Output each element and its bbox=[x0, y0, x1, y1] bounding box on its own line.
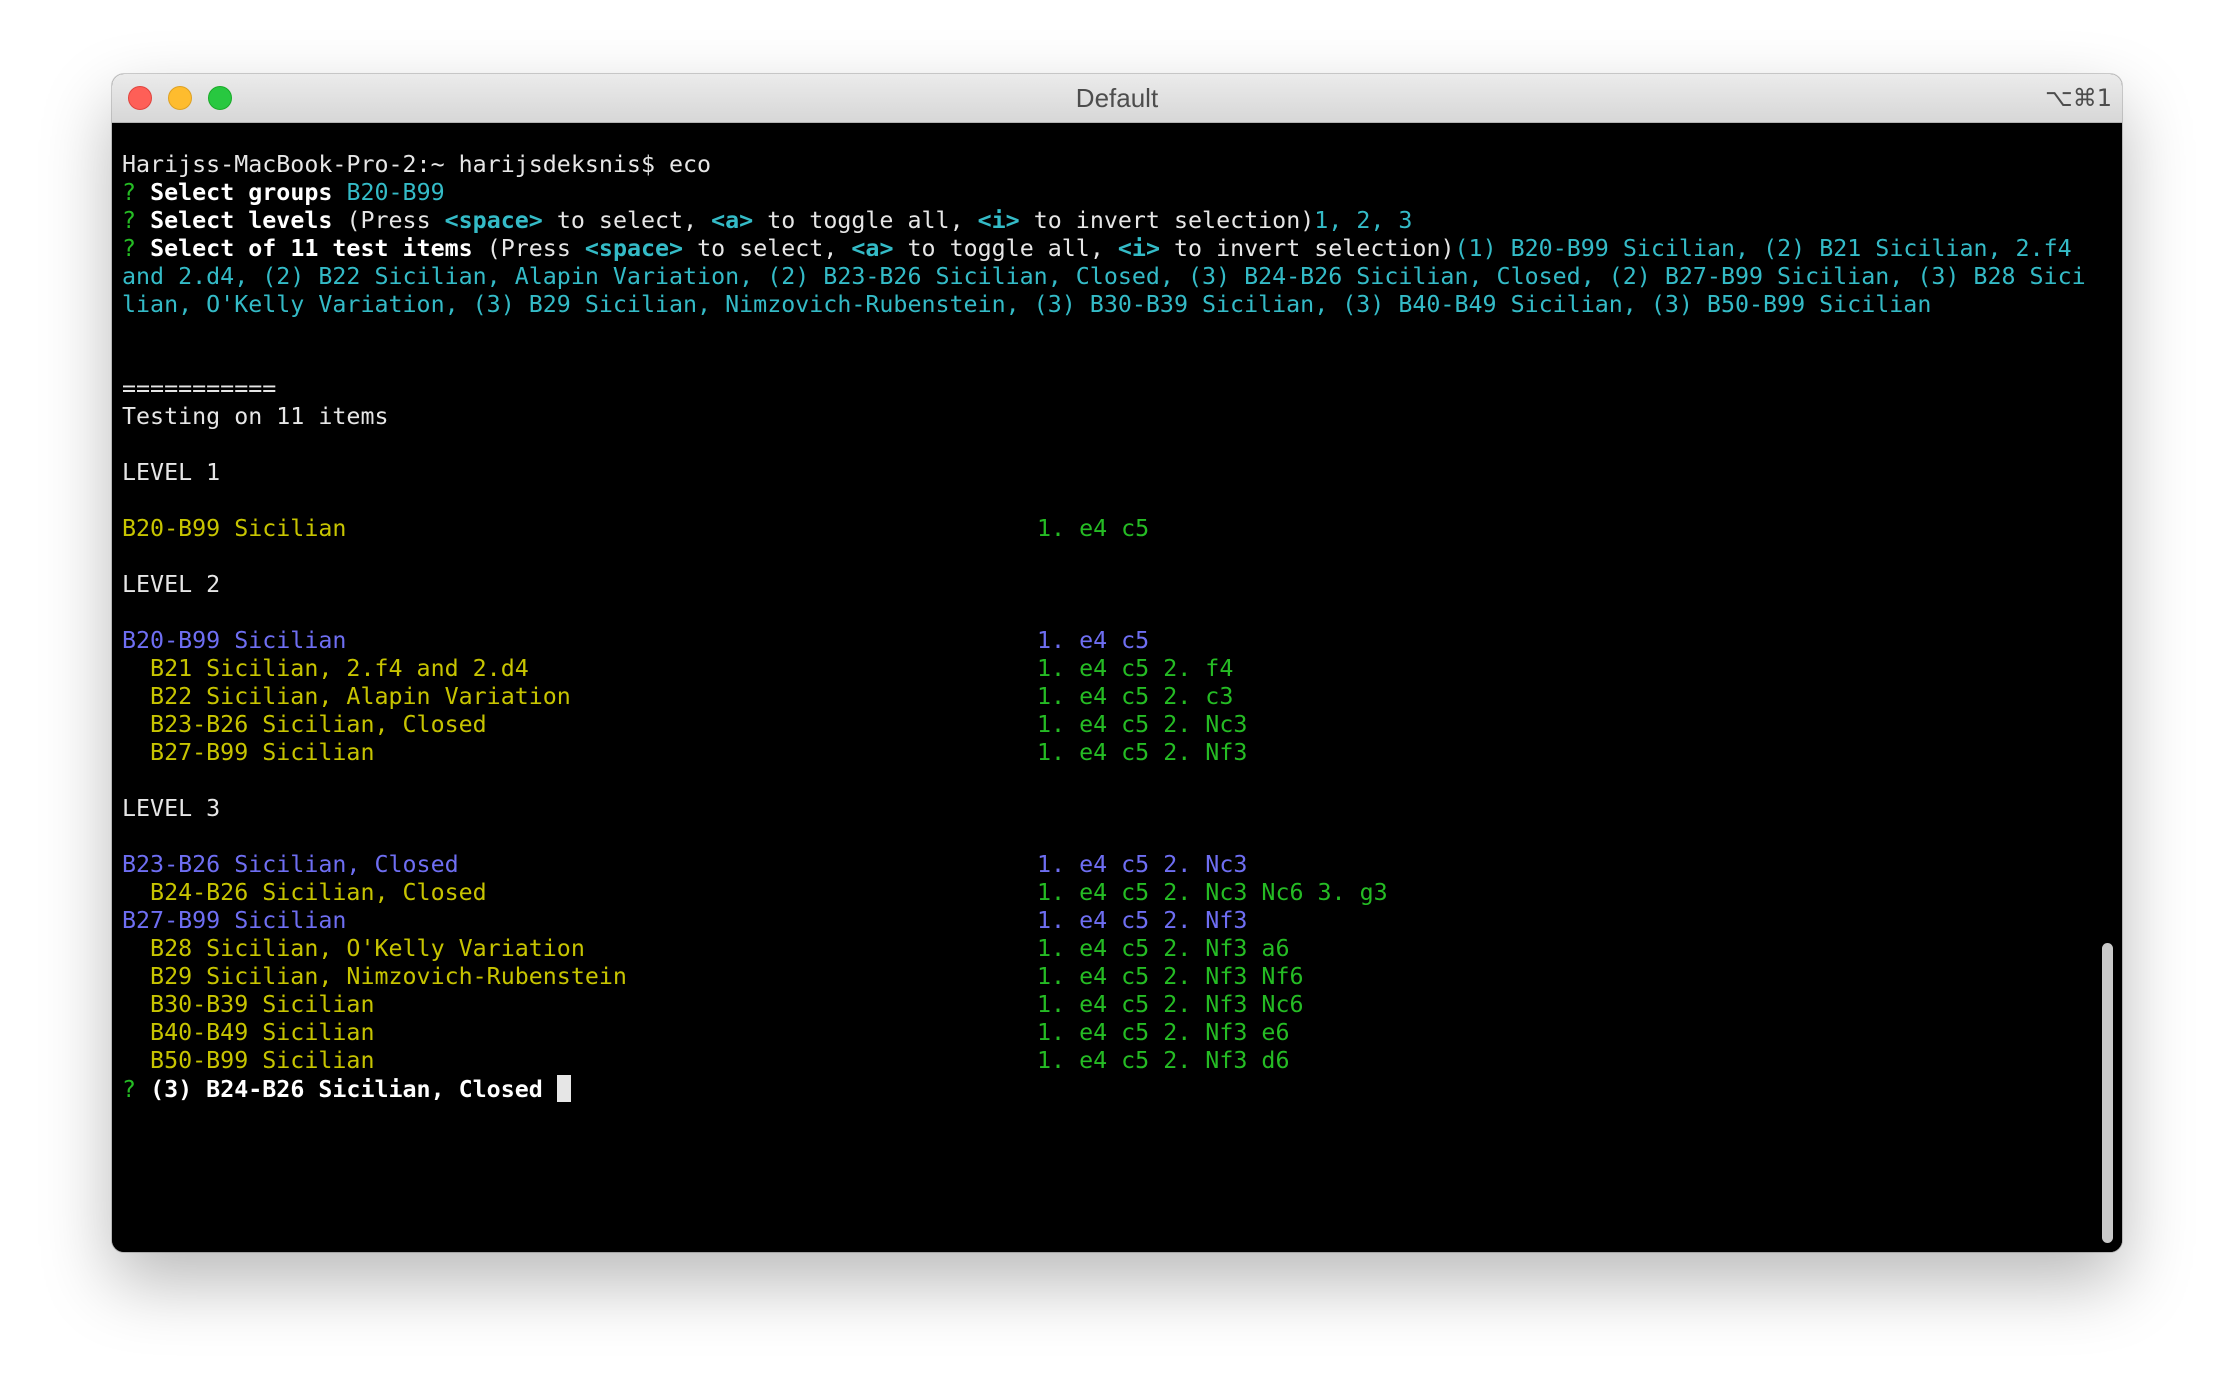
current-question[interactable]: ? (3) B24-B26 Sicilian, Closed bbox=[122, 1075, 2122, 1103]
level-1-heading: LEVEL 1 bbox=[122, 459, 221, 486]
terminal-window: Default ⌥⌘1 Harijss-MacBook-Pro-2:~ hari… bbox=[112, 74, 2122, 1252]
level-2-parent-row: B20-B99 Sicilian 1. e4 c5 bbox=[122, 627, 1150, 654]
question-items: ? Select of 11 test items (Press <space>… bbox=[122, 235, 2072, 262]
shell-prompt: Harijss-MacBook-Pro-2:~ harijsdeksnis$ e… bbox=[122, 151, 712, 178]
level-3-row: B29 Sicilian, Nimzovich-Rubenstein 1. e4 … bbox=[122, 963, 1304, 990]
separator: =========== bbox=[122, 375, 277, 402]
question-items-cont-2: lian, O'Kelly Variation, (3) B29 Sicilia… bbox=[122, 291, 1932, 318]
level-2-heading: LEVEL 2 bbox=[122, 571, 221, 598]
level-3-heading: LEVEL 3 bbox=[122, 795, 221, 822]
level-3-parent-row: B23-B26 Sicilian, Closed 1. e4 c5 2. Nc3 bbox=[122, 851, 1248, 878]
window-title: Default bbox=[1075, 83, 1159, 113]
scrollbar-thumb[interactable] bbox=[2102, 943, 2113, 1243]
question-items-cont-1: and 2.d4, (2) B22 Sicilian, Alapin Varia… bbox=[122, 263, 2086, 290]
title-bar[interactable]: Default ⌥⌘1 bbox=[112, 74, 2122, 123]
level-3-row: B50-B99 Sicilian 1. e4 c5 2. Nf3 d6 bbox=[122, 1047, 1290, 1074]
level-3-row: B30-B39 Sicilian 1. e4 c5 2. Nf3 Nc6 bbox=[122, 991, 1304, 1018]
level-3-parent-row: B27-B99 Sicilian 1. e4 c5 2. Nf3 bbox=[122, 907, 1248, 934]
level-1-row: B20-B99 Sicilian 1. e4 c5 bbox=[122, 515, 1150, 542]
question-groups: ? Select groups B20-B99 bbox=[122, 179, 445, 206]
testing-summary: Testing on 11 items bbox=[122, 403, 389, 430]
text-cursor bbox=[556, 1075, 571, 1102]
level-2-row: B21 Sicilian, 2.f4 and 2.d4 1. e4 c5 2. f… bbox=[122, 655, 1234, 682]
level-3-row: B28 Sicilian, O'Kelly Variation 1. e4 c5 … bbox=[122, 935, 1290, 962]
level-2-row: B22 Sicilian, Alapin Variation 1. e4 c5 2… bbox=[122, 683, 1234, 710]
window-shortcut: ⌥⌘1 bbox=[2045, 84, 2112, 112]
question-levels: ? Select levels (Press <space> to select… bbox=[122, 207, 1413, 234]
level-3-row: B40-B49 Sicilian 1. e4 c5 2. Nf3 e6 bbox=[122, 1019, 1290, 1046]
scrollbar[interactable] bbox=[2092, 123, 2122, 1252]
level-2-row: B23-B26 Sicilian, Closed 1. e4 c5 2. Nc3 bbox=[122, 711, 1248, 738]
level-3-row: B24-B26 Sicilian, Closed 1. e4 c5 2. Nc3 … bbox=[122, 879, 1388, 906]
level-2-row: B27-B99 Sicilian 1. e4 c5 2. Nf3 bbox=[122, 739, 1248, 766]
terminal-output[interactable]: Harijss-MacBook-Pro-2:~ harijsdeksnis$ e… bbox=[112, 123, 2122, 1252]
